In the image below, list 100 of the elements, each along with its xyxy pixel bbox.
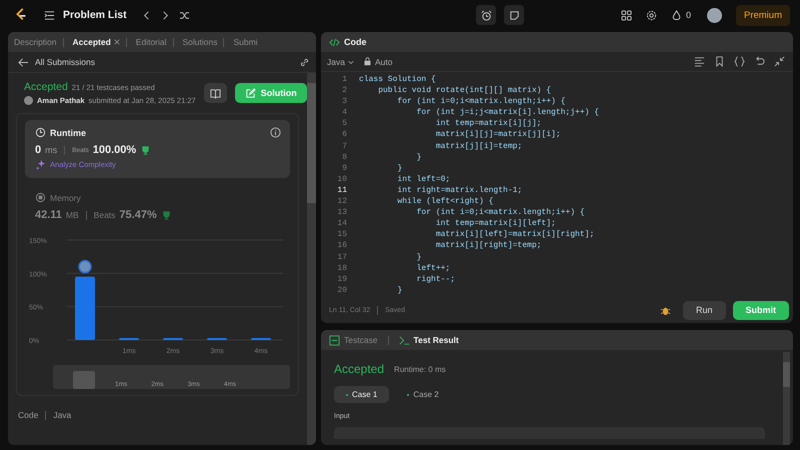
runtime-beats: 100.00%	[92, 144, 136, 156]
sparkle-icon	[35, 159, 46, 170]
code-line: for (int j=i;j<matrix[i].length;j++) {	[416, 107, 600, 118]
line-number: 14	[336, 218, 348, 230]
code-line: int temp=matrix[i][j];	[434, 118, 542, 130]
line-number: 9	[341, 162, 348, 174]
line-number: 18	[336, 262, 348, 274]
code-line: right--;	[416, 274, 456, 285]
tab[interactable]: Accepted	[72, 37, 111, 47]
tab[interactable]: Editorial	[136, 37, 167, 47]
avatar[interactable]	[706, 8, 722, 22]
case-tab[interactable]: Case 1	[334, 386, 390, 403]
line-number: 20	[336, 284, 348, 296]
alarm-clock-icon	[480, 10, 492, 20]
code-line: int temp=matrix[i][left];	[434, 218, 556, 230]
clock-icon	[35, 127, 46, 138]
result-status: Accepted	[334, 362, 384, 376]
runtime-value: 0	[35, 144, 42, 156]
logo-icon[interactable]	[14, 7, 28, 23]
code-line: left++;	[416, 262, 450, 274]
link-icon[interactable]	[299, 56, 310, 68]
grid-icon[interactable]	[620, 10, 632, 20]
format-icon[interactable]	[694, 56, 705, 67]
undo-icon[interactable]	[754, 56, 765, 67]
bookmark-icon[interactable]	[714, 56, 725, 67]
collapse-icon[interactable]	[774, 56, 785, 67]
code-line: while (left<right) {	[396, 196, 494, 208]
terminal-icon	[398, 334, 410, 346]
code-line: }	[416, 252, 422, 263]
back-arrow-icon[interactable]	[18, 56, 29, 68]
line-number: 4	[341, 107, 348, 118]
memory-beats: 75.47%	[119, 209, 157, 221]
code-line: }	[396, 162, 402, 174]
list-icon[interactable]	[44, 10, 55, 20]
code-label: Code	[18, 410, 38, 420]
memory-icon	[35, 192, 46, 203]
scrollbar[interactable]	[783, 352, 790, 445]
note-icon	[508, 10, 520, 20]
code-line: for (int i=0;i<matrix.length;i++) {	[396, 96, 566, 108]
tab[interactable]: Submi	[233, 37, 258, 47]
panel-title: Code	[344, 37, 366, 47]
alarm-button[interactable]	[476, 5, 496, 25]
line-number: 17	[336, 252, 348, 263]
book-icon	[210, 88, 221, 98]
line-number: 8	[341, 152, 348, 163]
code-line: matrix[i][left]=matrix[i][right];	[434, 229, 594, 240]
memory-title: Memory	[50, 192, 81, 202]
trophy-icon	[140, 144, 152, 156]
case-tab[interactable]: Case 2	[395, 386, 451, 403]
brush-handle[interactable]	[73, 371, 95, 389]
code-line: matrix[i][right]=temp;	[434, 240, 542, 252]
settings-icon[interactable]	[646, 10, 657, 20]
close-icon[interactable]	[114, 39, 120, 45]
code-line: matrix[i][j]=matrix[j][i];	[434, 129, 561, 141]
mode-label[interactable]: Auto	[374, 56, 392, 66]
author-avatar	[24, 96, 33, 105]
beats-label: Beats	[94, 210, 116, 220]
line-number: 13	[336, 207, 348, 218]
runtime-unit: ms	[45, 145, 58, 155]
problem-list-link[interactable]: Problem List	[63, 9, 127, 21]
line-number: 12	[336, 196, 348, 208]
accepted-status: Accepted	[24, 81, 68, 93]
line-number: 1	[341, 74, 348, 86]
code-line: class Solution {	[359, 74, 436, 86]
info-icon[interactable]	[270, 127, 281, 138]
edit-icon	[244, 88, 256, 98]
line-number: 15	[336, 229, 348, 240]
tab[interactable]: Description	[14, 37, 57, 47]
code-icon	[329, 36, 340, 48]
trophy-icon	[160, 210, 172, 220]
code-line: public void rotate(int[][] matrix) {	[377, 85, 552, 96]
all-submissions-link[interactable]: All Submissions	[35, 57, 95, 67]
braces-icon[interactable]	[734, 56, 745, 67]
code-line: matrix[j][i]=temp;	[434, 140, 522, 152]
premium-button[interactable]: Premium	[736, 4, 790, 26]
caret-icon[interactable]	[348, 58, 354, 64]
tab[interactable]: Testcase	[344, 335, 378, 345]
code-line: int right=matrix.length-1;	[396, 184, 522, 196]
line-number: 19	[336, 274, 348, 285]
user-avatar-marker	[78, 260, 92, 274]
line-number: 7	[341, 140, 348, 152]
lock-icon	[362, 57, 372, 66]
line-number: 16	[336, 240, 348, 252]
scrollbar[interactable]	[307, 73, 316, 445]
tab[interactable]: Solutions	[182, 37, 218, 47]
language-label: Java	[53, 410, 72, 420]
language-dropdown[interactable]: Java	[327, 56, 345, 66]
line-number: 3	[341, 96, 348, 108]
line-number: 6	[341, 129, 348, 141]
checkbox-list-icon	[329, 334, 340, 346]
code-line: for (int i=0;i<matrix.length;i++) {	[416, 207, 585, 218]
tab[interactable]: Test Result	[414, 335, 459, 345]
note-button[interactable]	[504, 5, 524, 25]
shuffle-icon[interactable]	[178, 10, 190, 20]
run-button[interactable]: Run	[682, 300, 726, 320]
line-number: 2	[341, 85, 348, 96]
book-button[interactable]	[204, 83, 227, 103]
runtime-text: Runtime: 0 ms	[394, 364, 446, 374]
memory-value: 42.11	[35, 209, 62, 221]
memory-unit: MB	[66, 210, 79, 220]
